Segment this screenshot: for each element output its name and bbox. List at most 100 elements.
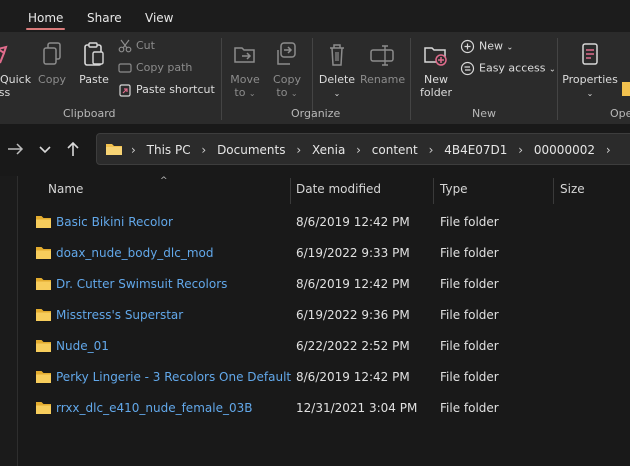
move-to-icon (234, 47, 255, 63)
chevron-right-icon[interactable]: › (518, 143, 523, 157)
new-item-button[interactable]: New ⌄ (460, 39, 513, 54)
arrow-right-icon (8, 143, 24, 155)
breadcrumb-item[interactable]: Xenia (312, 143, 345, 157)
pin-quick-access-button[interactable]: Quick ess (0, 40, 32, 99)
chevron-down-icon: ⌄ (586, 89, 594, 98)
trash-icon (330, 44, 344, 66)
easy-access-button[interactable]: Easy access ⌄ (460, 61, 556, 76)
navigation-pane[interactable] (0, 176, 18, 466)
file-row[interactable]: doax_nude_body_dlc_mod 6/19/2022 9:33 PM… (32, 239, 622, 267)
file-name[interactable]: Perky Lingerie - 3 Recolors One Default (56, 370, 291, 384)
file-type: File folder (440, 308, 499, 322)
chevron-right-icon[interactable]: › (201, 143, 206, 157)
copy-icon (43, 42, 61, 65)
folder-icon (106, 144, 122, 155)
ribbon-tabs: Home Share View (0, 0, 630, 32)
file-list: ^ Name Date modified Type Size Basic Bik… (18, 176, 630, 466)
plus-circle-icon (460, 39, 475, 54)
cut-button[interactable]: Cut (118, 39, 155, 53)
chevron-down-icon: ⌄ (506, 42, 514, 52)
folder-icon (36, 402, 51, 414)
file-type: File folder (440, 339, 499, 353)
breadcrumb-item[interactable]: 4B4E07D1 (444, 143, 507, 157)
file-date-modified: 6/19/2022 9:33 PM (296, 246, 410, 260)
forward-button[interactable] (4, 137, 28, 161)
file-type: File folder (440, 246, 499, 260)
address-bar[interactable]: › This PC › Documents › Xenia › content … (96, 133, 630, 165)
chevron-right-icon[interactable]: › (606, 143, 611, 157)
file-date-modified: 6/19/2022 9:36 PM (296, 308, 410, 322)
chevron-right-icon: › (131, 143, 136, 157)
rename-button[interactable]: Rename (360, 40, 405, 86)
move-to-button[interactable]: Move to ⌄ (226, 40, 264, 100)
copy-to-button[interactable]: Copy to ⌄ (268, 40, 306, 100)
breadcrumb-item[interactable]: This PC (147, 143, 191, 157)
new-folder-button[interactable]: New folder (416, 40, 456, 99)
properties-button[interactable]: Properties ⌄ (562, 40, 618, 100)
open-group-label: Ope (610, 107, 630, 120)
column-divider[interactable] (290, 178, 291, 204)
copy-button[interactable]: Copy (34, 40, 70, 86)
chevron-right-icon[interactable]: › (356, 143, 361, 157)
pin-icon (0, 45, 8, 64)
chevron-down-icon: ⌄ (333, 89, 341, 98)
file-row[interactable]: Dr. Cutter Swimsuit Recolors 8/6/2019 12… (32, 270, 622, 298)
file-type: File folder (440, 401, 499, 415)
up-button[interactable] (61, 137, 85, 161)
recent-locations-button[interactable] (33, 137, 57, 161)
copy-path-button[interactable]: Copy path (118, 61, 192, 75)
file-row[interactable]: Nude_01 6/22/2022 2:52 PM File folder (32, 332, 622, 360)
file-row[interactable]: rrxx_dlc_e410_nude_female_03B 12/31/2021… (32, 394, 622, 422)
folder-icon (36, 278, 51, 290)
file-type: File folder (440, 277, 499, 291)
file-date-modified: 6/22/2022 2:52 PM (296, 339, 410, 353)
column-divider[interactable] (433, 178, 434, 204)
chevron-right-icon[interactable]: › (296, 143, 301, 157)
new-group-label: New (472, 107, 496, 120)
column-header-date-modified[interactable]: Date modified (296, 182, 381, 196)
file-name[interactable]: Dr. Cutter Swimsuit Recolors (56, 277, 227, 291)
tab-view[interactable]: View (145, 11, 173, 25)
file-name[interactable]: rrxx_dlc_e410_nude_female_03B (56, 401, 252, 415)
paste-shortcut-icon (119, 84, 131, 97)
tab-share[interactable]: Share (87, 11, 122, 25)
clipboard-group-label: Clipboard (63, 107, 116, 120)
organize-group-label: Organize (291, 107, 341, 120)
ribbon: Quick ess Copy Paste Cut Copy path (0, 32, 630, 125)
new-folder-icon (424, 47, 447, 66)
address-row: › This PC › Documents › Xenia › content … (0, 124, 630, 176)
column-header-size[interactable]: Size (560, 182, 585, 196)
column-divider[interactable] (553, 178, 554, 204)
ribbon-separator (221, 38, 222, 120)
scissors-icon (118, 39, 132, 53)
breadcrumb-item[interactable]: content (372, 143, 418, 157)
file-row[interactable]: Perky Lingerie - 3 Recolors One Default … (32, 363, 622, 391)
column-header-name[interactable]: Name (48, 182, 83, 196)
file-row[interactable]: Basic Bikini Recolor 8/6/2019 12:42 PM F… (32, 208, 622, 236)
chevron-down-icon: ⌄ (248, 89, 256, 98)
file-name[interactable]: doax_nude_body_dlc_mod (56, 246, 214, 260)
chevron-down-icon: ⌄ (549, 64, 556, 74)
easy-access-icon (460, 61, 475, 76)
paste-shortcut-button[interactable]: Paste shortcut (118, 83, 215, 97)
open-with-icon[interactable] (622, 82, 630, 96)
file-date-modified: 12/31/2021 3:04 PM (296, 401, 418, 415)
arrow-up-icon (67, 141, 79, 156)
breadcrumb-item[interactable]: Documents (217, 143, 285, 157)
chevron-right-icon[interactable]: › (429, 143, 434, 157)
file-name[interactable]: Basic Bikini Recolor (56, 215, 173, 229)
paste-button[interactable]: Paste (76, 40, 112, 86)
chevron-down-icon: ⌄ (290, 89, 298, 98)
delete-button[interactable]: Delete ⌄ (316, 40, 358, 100)
file-name[interactable]: Nude_01 (56, 339, 109, 353)
file-row[interactable]: Misstress's Superstar 6/19/2022 9:36 PM … (32, 301, 622, 329)
file-date-modified: 8/6/2019 12:42 PM (296, 215, 410, 229)
folder-icon (36, 371, 51, 383)
tab-home[interactable]: Home (25, 11, 66, 30)
file-name[interactable]: Misstress's Superstar (56, 308, 183, 322)
breadcrumb-item[interactable]: 00000002 (534, 143, 595, 157)
folder-icon (36, 247, 51, 259)
column-header-type[interactable]: Type (440, 182, 468, 196)
ribbon-separator (557, 38, 558, 120)
chevron-down-icon (39, 146, 51, 154)
